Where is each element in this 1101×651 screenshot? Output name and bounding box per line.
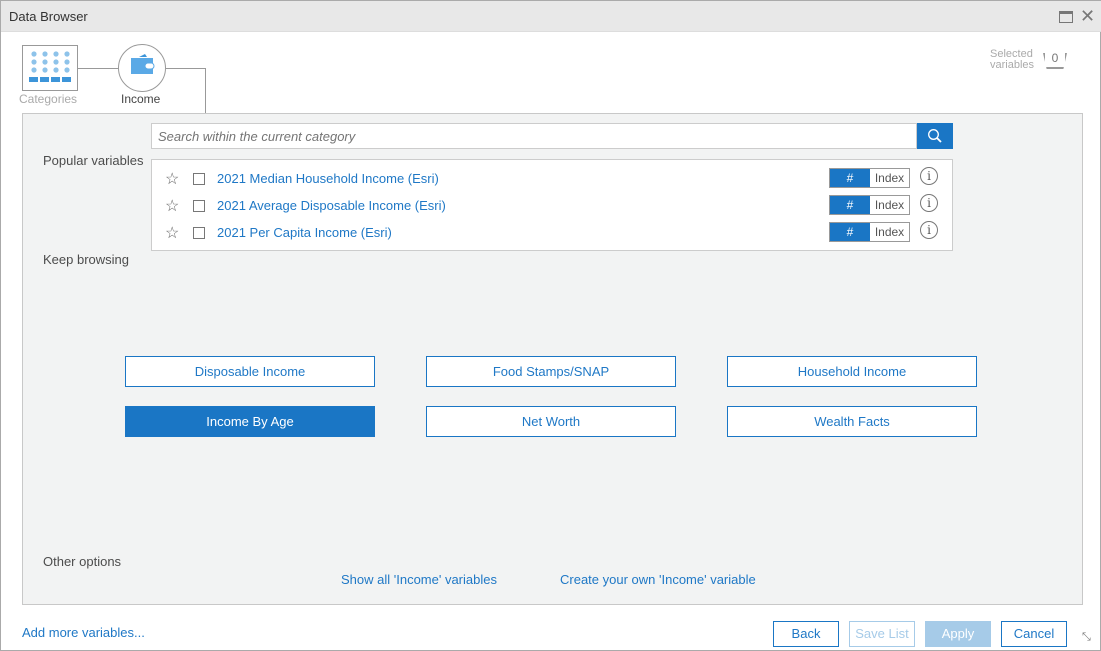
value-toggle[interactable]: # Index xyxy=(829,168,910,188)
close-icon[interactable]: ✕ xyxy=(1080,6,1095,27)
window-title: Data Browser xyxy=(9,9,88,24)
basket-icon: 0 xyxy=(1043,53,1067,69)
info-icon[interactable]: i xyxy=(920,167,938,185)
categories-step[interactable] xyxy=(22,45,78,91)
add-more-link[interactable]: Add more variables... xyxy=(22,625,145,640)
toggle-count[interactable]: # xyxy=(830,196,870,214)
checkbox[interactable] xyxy=(193,200,205,212)
title-bar: Data Browser ✕ xyxy=(1,1,1101,32)
search-input[interactable] xyxy=(151,123,917,149)
show-all-link[interactable]: Show all 'Income' variables xyxy=(341,572,497,587)
checkbox[interactable] xyxy=(193,227,205,239)
breadcrumb-connector xyxy=(166,68,206,114)
toggle-index[interactable]: Index xyxy=(870,196,909,214)
resize-icon[interactable]: ⤡ xyxy=(1082,631,1091,644)
subcategory-button[interactable]: Food Stamps/SNAP xyxy=(426,356,676,387)
subcategory-button[interactable]: Disposable Income xyxy=(125,356,375,387)
search-icon xyxy=(928,129,942,143)
popular-heading: Popular variables xyxy=(43,153,144,168)
list-item: ☆ 2021 Per Capita Income (Esri) # Index i xyxy=(152,221,952,248)
checkbox[interactable] xyxy=(193,173,205,185)
subcategory-button[interactable]: Household Income xyxy=(727,356,977,387)
categories-label[interactable]: Categories xyxy=(19,92,77,106)
variable-link[interactable]: 2021 Median Household Income (Esri) xyxy=(217,171,439,186)
toggle-count[interactable]: # xyxy=(830,223,870,241)
search-button[interactable] xyxy=(917,123,953,149)
star-icon[interactable]: ☆ xyxy=(165,223,179,243)
variable-link[interactable]: 2021 Per Capita Income (Esri) xyxy=(217,225,392,240)
breadcrumb-connector xyxy=(77,68,119,69)
cancel-button[interactable]: Cancel xyxy=(1001,621,1067,647)
create-variable-link[interactable]: Create your own 'Income' variable xyxy=(560,572,756,587)
toggle-index[interactable]: Index xyxy=(870,169,909,187)
subcategory-button[interactable]: Wealth Facts xyxy=(727,406,977,437)
keep-browsing-heading: Keep browsing xyxy=(43,252,129,267)
wallet-icon xyxy=(131,54,155,74)
info-icon[interactable]: i xyxy=(920,221,938,239)
list-item: ☆ 2021 Median Household Income (Esri) # I… xyxy=(152,167,952,194)
apply-button[interactable]: Apply xyxy=(925,621,991,647)
popular-variables-list: ☆ 2021 Median Household Income (Esri) # I… xyxy=(151,159,953,251)
star-icon[interactable]: ☆ xyxy=(165,169,179,189)
value-toggle[interactable]: # Index xyxy=(829,222,910,242)
value-toggle[interactable]: # Index xyxy=(829,195,910,215)
subcategory-button[interactable]: Net Worth xyxy=(426,406,676,437)
selected-variables[interactable]: Selected variables 0 xyxy=(990,49,1067,71)
variable-link[interactable]: 2021 Average Disposable Income (Esri) xyxy=(217,198,446,213)
grid-icon xyxy=(29,51,71,82)
star-icon[interactable]: ☆ xyxy=(165,196,179,216)
selected-count: 0 xyxy=(1051,51,1059,65)
maximize-icon[interactable] xyxy=(1059,11,1073,23)
income-step xyxy=(118,44,166,92)
toggle-count[interactable]: # xyxy=(830,169,870,187)
income-label: Income xyxy=(121,92,161,106)
toggle-index[interactable]: Index xyxy=(870,223,909,241)
list-item: ☆ 2021 Average Disposable Income (Esri) … xyxy=(152,194,952,221)
back-button[interactable]: Back xyxy=(773,621,839,647)
save-list-button[interactable]: Save List xyxy=(849,621,915,647)
selected-label: variables xyxy=(990,59,1035,71)
subcategory-button-selected[interactable]: Income By Age xyxy=(125,406,375,437)
other-options-heading: Other options xyxy=(43,554,122,569)
info-icon[interactable]: i xyxy=(920,194,938,212)
